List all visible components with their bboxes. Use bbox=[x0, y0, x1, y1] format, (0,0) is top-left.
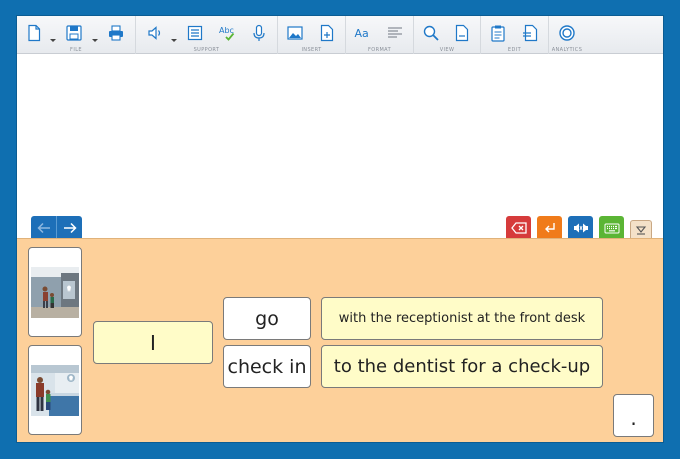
toolbar-group-view: VIEW bbox=[414, 16, 481, 54]
word-tile-subject[interactable]: I bbox=[93, 321, 213, 364]
toolbar: FILE Abc SUPPORT INSERT Aa FORMAT VIEW E… bbox=[17, 16, 663, 54]
document-area[interactable] bbox=[17, 54, 663, 238]
group-label-file: FILE bbox=[70, 47, 82, 53]
speak-icon bbox=[573, 223, 588, 232]
analytics-icon[interactable] bbox=[556, 22, 578, 44]
back-button[interactable] bbox=[31, 216, 56, 239]
collapse-panel-button[interactable] bbox=[630, 220, 652, 239]
save-icon[interactable] bbox=[63, 22, 85, 44]
word-tile-verb[interactable]: go bbox=[223, 297, 311, 340]
toolbar-group-analytics: ANALYTICS bbox=[549, 16, 585, 54]
collapse-icon bbox=[635, 226, 647, 235]
group-label-insert: INSERT bbox=[301, 47, 322, 53]
toolbar-group-support: Abc SUPPORT bbox=[136, 16, 278, 54]
punctuation-tile-period[interactable]: . bbox=[613, 394, 654, 437]
svg-text:Abc: Abc bbox=[219, 26, 234, 35]
word-tile-phrase[interactable]: to the dentist for a check-up bbox=[321, 345, 603, 388]
group-label-analytics: ANALYTICS bbox=[551, 47, 583, 53]
receptionist-photo bbox=[31, 365, 79, 416]
navigation-arrows bbox=[31, 216, 82, 239]
app-window: FILE Abc SUPPORT INSERT Aa FORMAT VIEW E… bbox=[16, 15, 664, 443]
toolbar-group-file: FILE bbox=[17, 16, 136, 54]
arrow-left-icon bbox=[36, 222, 50, 233]
edit-page-icon[interactable] bbox=[519, 22, 541, 44]
arrow-right-icon bbox=[63, 222, 77, 233]
forward-button[interactable] bbox=[57, 216, 82, 239]
paragraph-icon[interactable] bbox=[384, 22, 406, 44]
speak-button[interactable] bbox=[568, 216, 593, 239]
chevron-down-icon[interactable] bbox=[49, 29, 57, 42]
word-tile-verb[interactable]: check in bbox=[223, 345, 311, 388]
enter-icon bbox=[544, 222, 555, 232]
print-icon[interactable] bbox=[105, 22, 127, 44]
insert-file-icon[interactable] bbox=[316, 22, 338, 44]
word-tile-phrase[interactable]: with the receptionist at the front desk bbox=[321, 297, 603, 340]
microphone-icon[interactable] bbox=[248, 22, 270, 44]
svg-text:Aa: Aa bbox=[355, 27, 369, 40]
delete-button[interactable] bbox=[506, 216, 531, 239]
group-label-view: VIEW bbox=[439, 47, 455, 53]
chevron-down-icon[interactable] bbox=[91, 29, 99, 42]
word-list-icon[interactable] bbox=[184, 22, 206, 44]
group-label-edit: EDIT bbox=[507, 47, 522, 53]
toolbar-group-edit: EDIT bbox=[481, 16, 549, 54]
keyboard-button[interactable] bbox=[599, 216, 624, 239]
backspace-icon bbox=[510, 221, 527, 234]
toolbar-group-format: Aa FORMAT bbox=[346, 16, 414, 54]
picture-card-receptionist[interactable] bbox=[28, 345, 82, 435]
font-icon[interactable]: Aa bbox=[352, 22, 374, 44]
group-label-format: FORMAT bbox=[367, 47, 392, 53]
enter-button[interactable] bbox=[537, 216, 562, 239]
toolbar-group-insert: INSERT bbox=[278, 16, 346, 54]
insert-image-icon[interactable] bbox=[284, 22, 306, 44]
speaker-icon[interactable] bbox=[144, 22, 166, 44]
chevron-down-icon[interactable] bbox=[170, 29, 178, 42]
clipboard-icon[interactable] bbox=[487, 22, 509, 44]
search-icon[interactable] bbox=[420, 22, 442, 44]
sentence-panel: I go check in with the receptionist at t… bbox=[17, 238, 663, 442]
page-view-icon[interactable] bbox=[451, 22, 473, 44]
group-label-support: SUPPORT bbox=[193, 47, 220, 53]
picture-card-dentist-office[interactable] bbox=[28, 247, 82, 337]
keyboard-icon bbox=[604, 223, 619, 233]
dentist-office-photo bbox=[31, 267, 79, 318]
spell-check-icon[interactable]: Abc bbox=[216, 22, 238, 44]
new-document-icon[interactable] bbox=[23, 22, 45, 44]
